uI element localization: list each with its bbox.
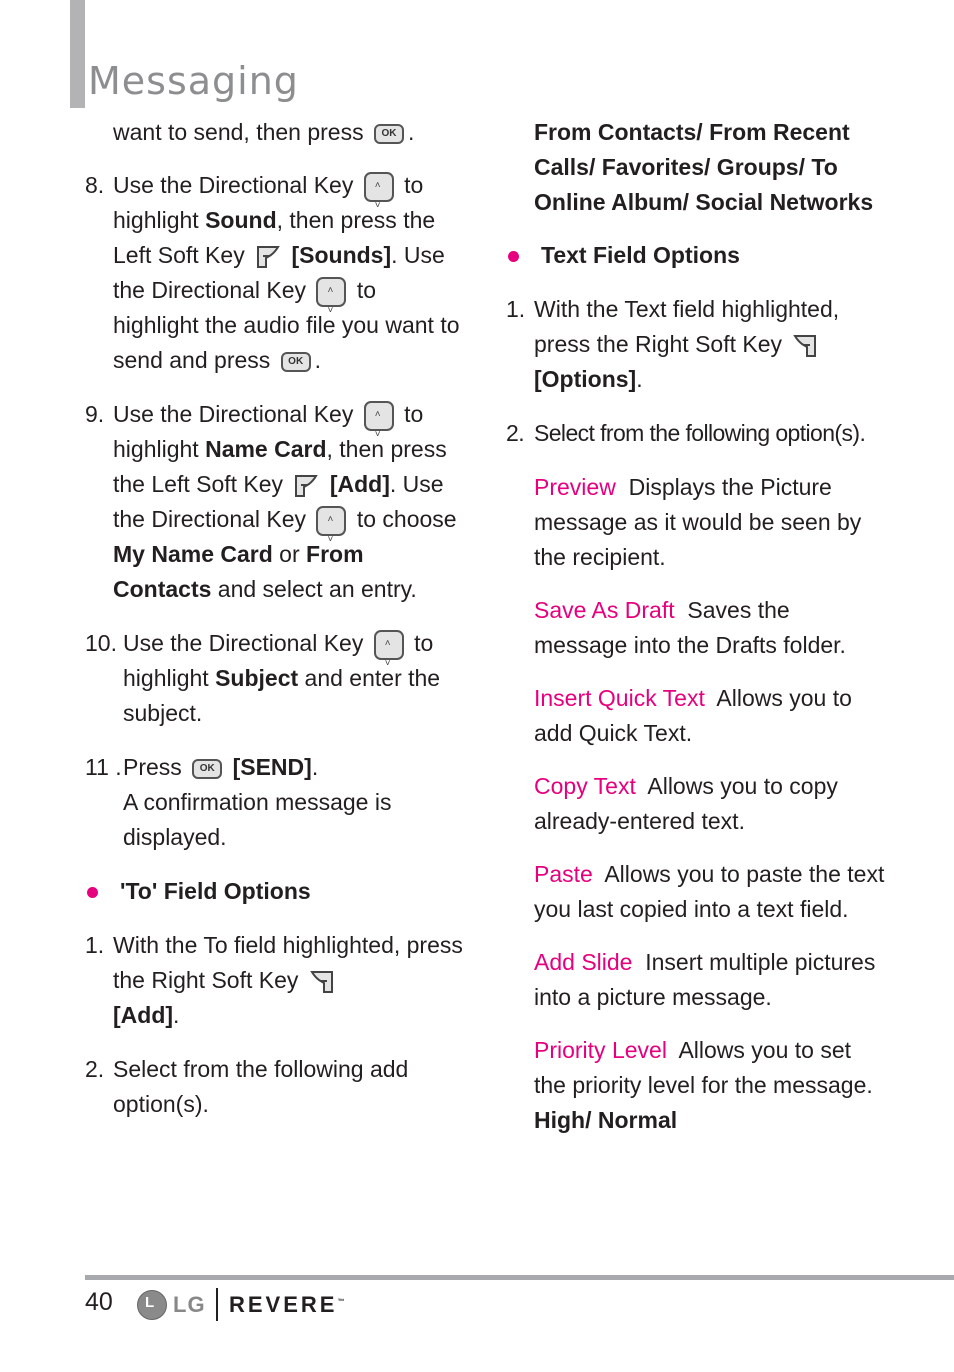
title-accent-bar xyxy=(70,0,85,108)
priority-values: High/ Normal xyxy=(534,1107,678,1133)
directional-key-icon xyxy=(316,273,347,328)
left-soft-key-icon xyxy=(257,245,280,268)
footer-divider xyxy=(85,1275,954,1280)
left-column: want to send, then press OK. 8. Use the … xyxy=(85,115,465,1141)
bullet-icon xyxy=(508,251,519,262)
right-column: From Contacts/ From Recent Calls/ Favori… xyxy=(506,115,886,1156)
ok-key-icon: OK xyxy=(192,758,223,779)
bullet-icon xyxy=(87,887,98,898)
directional-key-icon xyxy=(363,168,394,223)
text-step-1: 1. With the Text field highlighted, pres… xyxy=(506,296,840,392)
page-title: Messaging xyxy=(88,59,299,104)
option-save-as-draft: Save As Draft Saves the message into the… xyxy=(534,597,846,658)
step-8: 8. Use the Directional Key to highlight … xyxy=(85,168,465,378)
to-step-1: 1. With the To field highlighted, press … xyxy=(85,932,463,1028)
lg-logo: L LG xyxy=(137,1290,206,1320)
brand-name: REVERE™ xyxy=(229,1292,345,1317)
lg-logo-icon: L xyxy=(137,1290,167,1320)
right-soft-key-icon xyxy=(793,334,817,357)
ok-key-icon: OK xyxy=(280,351,311,372)
option-insert-quick-text: Insert Quick Text Allows you to add Quic… xyxy=(534,685,852,746)
text-field-options-heading: Text Field Options xyxy=(506,238,886,273)
step7-continuation: want to send, then press OK. xyxy=(113,119,415,145)
directional-key-icon xyxy=(316,502,347,557)
footer-separator xyxy=(216,1288,218,1321)
option-preview: Preview Displays the Picture message as … xyxy=(534,474,862,570)
ok-key-icon: OK xyxy=(374,123,404,144)
right-soft-key-icon xyxy=(310,970,333,993)
option-priority-level: Priority Level Allows you to set the pri… xyxy=(534,1037,873,1133)
directional-key-icon xyxy=(373,626,404,681)
left-soft-key-icon xyxy=(295,474,319,497)
step-9: 9. Use the Directional Key to highlight … xyxy=(85,397,465,607)
to-step-2: 2. Select from the following add option(… xyxy=(85,1056,409,1117)
directional-key-icon xyxy=(363,397,394,452)
step-11: 11 . Press OK [SEND]. A confirmation mes… xyxy=(85,754,392,850)
option-copy-text: Copy Text Allows you to copy already-ent… xyxy=(534,773,838,834)
step-10: 10. Use the Directional Key to highlight… xyxy=(85,626,465,731)
text-step-2: 2. Select from the following option(s). xyxy=(506,420,866,446)
page-number: 40 xyxy=(85,1288,113,1316)
to-field-options-heading: 'To' Field Options xyxy=(85,874,465,909)
option-add-slide: Add Slide Insert multiple pictures into … xyxy=(534,949,876,1010)
option-paste: Paste Allows you to paste the text you l… xyxy=(534,861,885,922)
add-options-list: From Contacts/ From Recent Calls/ Favori… xyxy=(534,119,874,215)
